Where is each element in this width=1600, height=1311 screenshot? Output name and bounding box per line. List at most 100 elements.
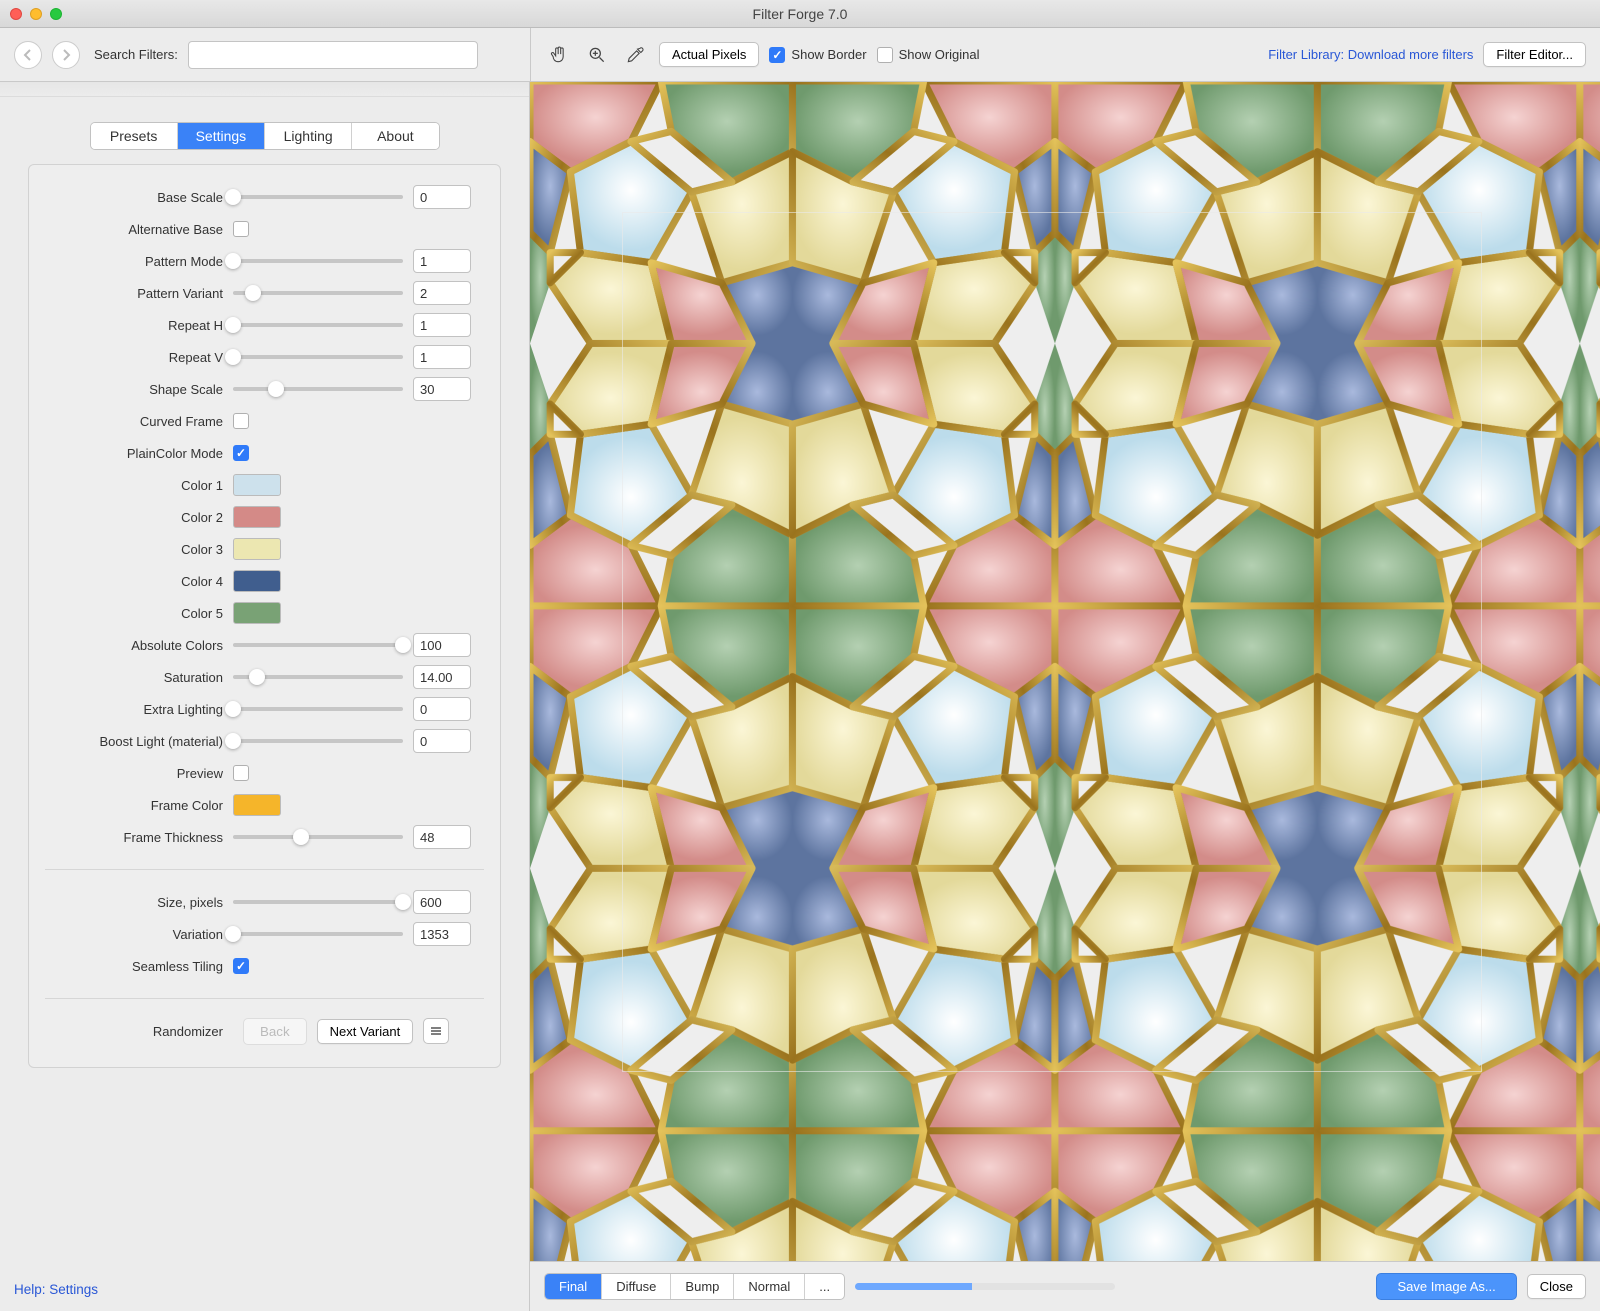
label: Repeat H bbox=[45, 318, 233, 333]
nav-back-button[interactable] bbox=[14, 41, 42, 69]
alternative-base-checkbox[interactable] bbox=[233, 221, 249, 237]
randomizer-menu-button[interactable] bbox=[423, 1018, 449, 1044]
absolute-colors-slider[interactable] bbox=[233, 643, 403, 647]
randomizer-back-button[interactable]: Back bbox=[243, 1018, 307, 1045]
param-pattern-mode: Pattern Mode 1 bbox=[45, 245, 484, 277]
base-scale-value[interactable]: 0 bbox=[413, 185, 471, 209]
seg-more[interactable]: ... bbox=[805, 1274, 844, 1299]
toolbar: Search Filters: Actual Pixels Show Borde… bbox=[0, 28, 1600, 82]
repeat-v-value[interactable]: 1 bbox=[413, 345, 471, 369]
param-frame-color: Frame Color bbox=[45, 789, 484, 821]
variation-slider[interactable] bbox=[233, 932, 403, 936]
nav-forward-button[interactable] bbox=[52, 41, 80, 69]
render-mode-segmented: Final Diffuse Bump Normal ... bbox=[544, 1273, 845, 1300]
label: Color 1 bbox=[45, 478, 233, 493]
save-image-button[interactable]: Save Image As... bbox=[1376, 1273, 1516, 1300]
boost-light-value[interactable]: 0 bbox=[413, 729, 471, 753]
param-seamless-tiling: Seamless Tiling bbox=[45, 950, 484, 982]
base-scale-slider[interactable] bbox=[233, 195, 403, 199]
label: Pattern Mode bbox=[45, 254, 233, 269]
color-3-swatch[interactable] bbox=[233, 538, 281, 560]
plaincolor-mode-checkbox[interactable] bbox=[233, 445, 249, 461]
preview-checkbox[interactable] bbox=[233, 765, 249, 781]
label: Color 5 bbox=[45, 606, 233, 621]
right-panel: Final Diffuse Bump Normal ... Save Image… bbox=[530, 82, 1600, 1311]
repeat-v-slider[interactable] bbox=[233, 355, 403, 359]
close-button[interactable]: Close bbox=[1527, 1274, 1586, 1299]
left-panel: Presets Settings Lighting About Base Sca… bbox=[0, 82, 530, 1311]
menu-lines-icon bbox=[429, 1024, 443, 1038]
label: Randomizer bbox=[45, 1024, 233, 1039]
param-boost-light: Boost Light (material) 0 bbox=[45, 725, 484, 757]
absolute-colors-value[interactable]: 100 bbox=[413, 633, 471, 657]
randomizer-next-button[interactable]: Next Variant bbox=[317, 1019, 414, 1044]
saturation-slider[interactable] bbox=[233, 675, 403, 679]
hand-icon bbox=[549, 45, 569, 65]
color-4-swatch[interactable] bbox=[233, 570, 281, 592]
label: Preview bbox=[45, 766, 233, 781]
zoom-tool-button[interactable] bbox=[583, 41, 611, 69]
frame-thickness-slider[interactable] bbox=[233, 835, 403, 839]
actual-pixels-button[interactable]: Actual Pixels bbox=[659, 42, 759, 67]
shape-scale-slider[interactable] bbox=[233, 387, 403, 391]
seg-bump[interactable]: Bump bbox=[671, 1274, 734, 1299]
render-progress-fill bbox=[855, 1283, 972, 1290]
extra-lighting-value[interactable]: 0 bbox=[413, 697, 471, 721]
param-frame-thickness: Frame Thickness 48 bbox=[45, 821, 484, 853]
tab-presets[interactable]: Presets bbox=[91, 123, 178, 149]
tab-about[interactable]: About bbox=[352, 123, 438, 149]
param-base-scale: Base Scale 0 bbox=[45, 181, 484, 213]
settings-frame: Base Scale 0 Alternative Base Pattern Mo… bbox=[28, 164, 501, 1068]
param-pattern-variant: Pattern Variant 2 bbox=[45, 277, 484, 309]
size-pixels-slider[interactable] bbox=[233, 900, 403, 904]
saturation-value[interactable]: 14.00 bbox=[413, 665, 471, 689]
preview-area[interactable] bbox=[530, 82, 1600, 1261]
filter-editor-button[interactable]: Filter Editor... bbox=[1483, 42, 1586, 67]
seg-diffuse[interactable]: Diffuse bbox=[602, 1274, 671, 1299]
divider bbox=[45, 998, 484, 999]
color-2-swatch[interactable] bbox=[233, 506, 281, 528]
chevron-left-icon bbox=[23, 49, 33, 61]
tab-lighting[interactable]: Lighting bbox=[265, 123, 352, 149]
frame-color-swatch[interactable] bbox=[233, 794, 281, 816]
pattern-mode-slider[interactable] bbox=[233, 259, 403, 263]
param-size-pixels: Size, pixels 600 bbox=[45, 886, 484, 918]
color-1-swatch[interactable] bbox=[233, 474, 281, 496]
repeat-h-value[interactable]: 1 bbox=[413, 313, 471, 337]
search-input[interactable] bbox=[188, 41, 478, 69]
label: Shape Scale bbox=[45, 382, 233, 397]
label: Size, pixels bbox=[45, 895, 233, 910]
filter-library-link[interactable]: Filter Library: Download more filters bbox=[1268, 47, 1473, 62]
pan-tool-button[interactable] bbox=[545, 41, 573, 69]
label: Color 3 bbox=[45, 542, 233, 557]
label: Extra Lighting bbox=[45, 702, 233, 717]
extra-lighting-slider[interactable] bbox=[233, 707, 403, 711]
variation-value[interactable]: 1353 bbox=[413, 922, 471, 946]
pattern-variant-slider[interactable] bbox=[233, 291, 403, 295]
tab-settings[interactable]: Settings bbox=[178, 123, 265, 149]
show-border-checkbox[interactable]: Show Border bbox=[769, 47, 866, 63]
size-pixels-value[interactable]: 600 bbox=[413, 890, 471, 914]
seamless-tiling-checkbox[interactable] bbox=[233, 958, 249, 974]
label: PlainColor Mode bbox=[45, 446, 233, 461]
shape-scale-value[interactable]: 30 bbox=[413, 377, 471, 401]
frame-thickness-value[interactable]: 48 bbox=[413, 825, 471, 849]
pattern-variant-value[interactable]: 2 bbox=[413, 281, 471, 305]
param-color-5: Color 5 bbox=[45, 597, 484, 629]
titlebar: Filter Forge 7.0 bbox=[0, 0, 1600, 28]
boost-light-slider[interactable] bbox=[233, 739, 403, 743]
label: Frame Color bbox=[45, 798, 233, 813]
repeat-h-slider[interactable] bbox=[233, 323, 403, 327]
show-original-checkbox[interactable]: Show Original bbox=[877, 47, 980, 63]
seg-normal[interactable]: Normal bbox=[734, 1274, 805, 1299]
pattern-mode-value[interactable]: 1 bbox=[413, 249, 471, 273]
show-original-label: Show Original bbox=[899, 47, 980, 62]
seg-final[interactable]: Final bbox=[545, 1274, 602, 1299]
label: Absolute Colors bbox=[45, 638, 233, 653]
help-link[interactable]: Help: Settings bbox=[14, 1282, 98, 1297]
color-5-swatch[interactable] bbox=[233, 602, 281, 624]
curved-frame-checkbox[interactable] bbox=[233, 413, 249, 429]
param-color-3: Color 3 bbox=[45, 533, 484, 565]
eyedropper-tool-button[interactable] bbox=[621, 41, 649, 69]
label: Variation bbox=[45, 927, 233, 942]
